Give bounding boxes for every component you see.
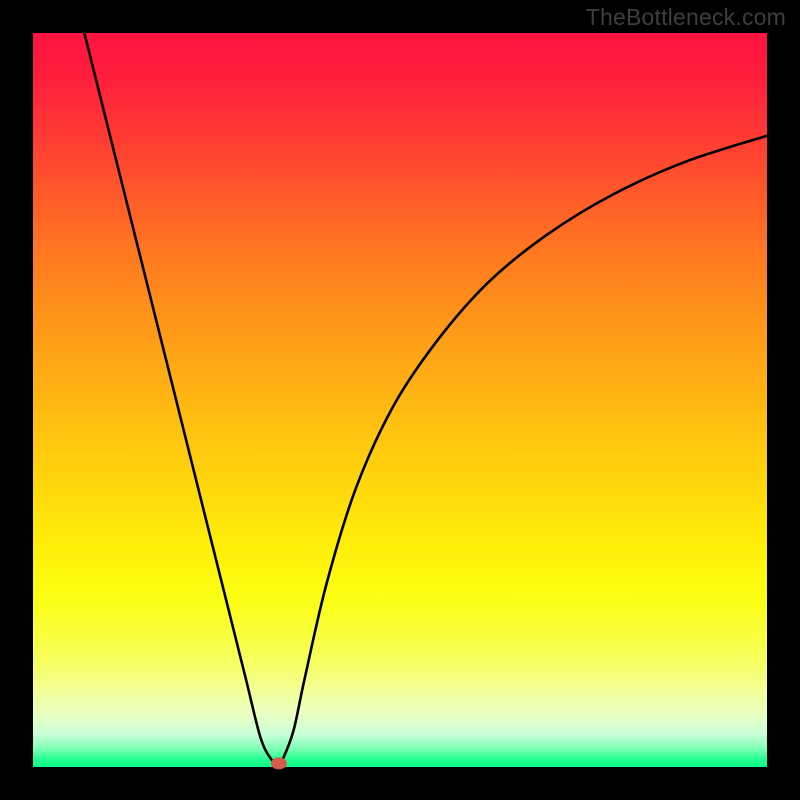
watermark-text: TheBottleneck.com [586,4,786,31]
curve-layer [33,33,767,767]
bottleneck-curve [84,33,767,764]
chart-frame: TheBottleneck.com [0,0,800,800]
optimum-marker [271,757,287,769]
